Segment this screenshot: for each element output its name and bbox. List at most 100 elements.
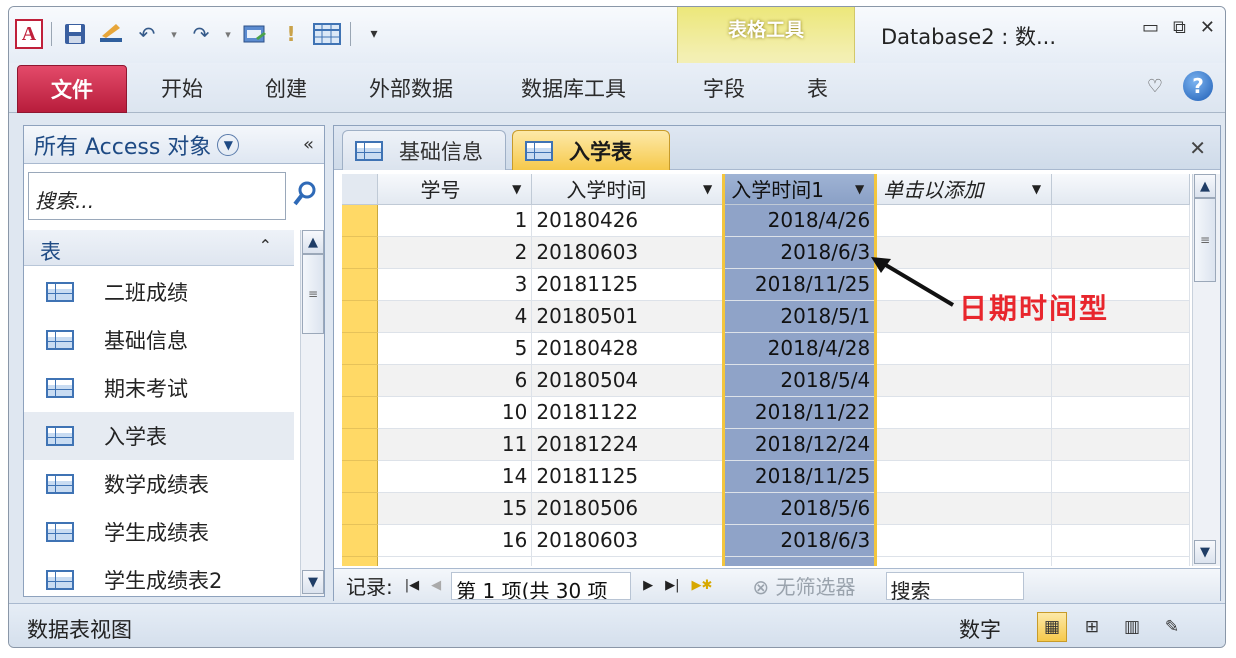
cell-student-id[interactable]: 11 xyxy=(377,428,533,461)
record-selector[interactable] xyxy=(342,364,379,397)
table-row[interactable]: 5 20180428 2018/4/28 xyxy=(342,332,1190,365)
cell-student-id[interactable]: 3 xyxy=(377,268,533,301)
scroll-up-icon[interactable]: ▲ xyxy=(302,230,324,254)
cell-empty[interactable] xyxy=(1051,556,1190,566)
cell-student-id[interactable]: 1 xyxy=(377,204,533,237)
table-row[interactable] xyxy=(342,556,1190,566)
scroll-track[interactable] xyxy=(301,334,324,570)
cell-empty[interactable] xyxy=(1051,204,1190,237)
nav-pane-header[interactable]: 所有 Access 对象 ▼ « xyxy=(24,126,324,164)
undo-icon[interactable]: ↶ xyxy=(132,19,162,49)
cell-empty[interactable] xyxy=(875,556,1053,566)
no-filter-indicator[interactable]: ⊗ 无筛选器 xyxy=(752,571,855,600)
chevron-down-icon[interactable]: ▼ xyxy=(855,182,864,196)
table-row[interactable]: 2 20180603 2018/6/3 xyxy=(342,236,1190,269)
cell-empty[interactable] xyxy=(377,556,533,566)
nav-item-基础信息[interactable]: 基础信息 xyxy=(24,316,294,364)
cell-enroll-date[interactable]: 2018/6/3 xyxy=(722,236,878,269)
table-row[interactable]: 1 20180426 2018/4/26 xyxy=(342,204,1190,237)
cell-empty[interactable] xyxy=(1051,396,1190,429)
cell-student-id[interactable]: 14 xyxy=(377,460,533,493)
customize-icon[interactable]: ▾ xyxy=(359,19,389,49)
record-selector[interactable] xyxy=(342,300,379,333)
cell-student-id[interactable]: 6 xyxy=(377,364,533,397)
access-logo-icon[interactable]: A xyxy=(15,19,43,49)
first-record-icon[interactable]: |◀ xyxy=(405,578,419,593)
column-header-入学时间1[interactable]: 入学时间1 ▼ xyxy=(722,174,878,205)
tab-table[interactable]: 表 xyxy=(807,73,828,103)
nav-item-期末考试[interactable]: 期末考试 xyxy=(24,364,294,412)
previous-record-icon[interactable]: ◀ xyxy=(431,578,441,593)
cell-enroll-date[interactable]: 2018/11/25 xyxy=(722,460,878,493)
table-icon[interactable] xyxy=(312,19,342,49)
table-row[interactable]: 16 20180603 2018/6/3 xyxy=(342,524,1190,557)
table-row[interactable]: 14 20181125 2018/11/25 xyxy=(342,460,1190,493)
tab-external-data[interactable]: 外部数据 xyxy=(369,73,453,103)
scroll-down-icon[interactable]: ▼ xyxy=(302,570,324,594)
record-selector[interactable] xyxy=(342,524,379,557)
cell-empty[interactable] xyxy=(1051,492,1190,525)
nav-search-input[interactable]: 搜索... xyxy=(28,172,286,220)
cell-empty[interactable] xyxy=(875,396,1053,429)
redo-dropdown-icon[interactable]: ▾ xyxy=(222,28,234,41)
nav-item-学生成绩表[interactable]: 学生成绩表 xyxy=(24,508,294,556)
cell-enroll-time[interactable]: 20180603 xyxy=(531,524,725,557)
doc-tab-入学表[interactable]: 入学表 xyxy=(512,130,670,170)
scroll-track[interactable] xyxy=(1193,282,1220,540)
cell-empty[interactable] xyxy=(1051,364,1190,397)
new-record-icon[interactable]: ▶✱ xyxy=(692,578,713,593)
cell-enroll-time[interactable]: 20181125 xyxy=(531,268,725,301)
tab-create[interactable]: 创建 xyxy=(265,73,307,103)
cell-empty[interactable] xyxy=(1051,428,1190,461)
close-document-icon[interactable]: ✕ xyxy=(1189,136,1206,160)
datasheet-view-icon[interactable]: ▦ xyxy=(1037,612,1067,642)
close-icon[interactable]: ✕ xyxy=(1200,17,1215,38)
click-to-add-column[interactable]: 单击以添加 ▼ xyxy=(875,174,1053,205)
tab-database-tools[interactable]: 数据库工具 xyxy=(521,73,626,103)
column-header-学号[interactable]: 学号 ▼ xyxy=(377,174,533,205)
record-selector[interactable] xyxy=(342,204,379,237)
help-icon[interactable]: ? xyxy=(1183,71,1213,101)
cell-student-id[interactable]: 15 xyxy=(377,492,533,525)
cell-student-id[interactable]: 5 xyxy=(377,332,533,365)
record-selector[interactable] xyxy=(342,396,379,429)
scroll-down-icon[interactable]: ▼ xyxy=(1194,540,1216,564)
chevron-down-icon[interactable]: ▼ xyxy=(1032,182,1041,196)
tab-home[interactable]: 开始 xyxy=(161,73,203,103)
cell-enroll-date[interactable]: 2018/6/3 xyxy=(722,524,878,557)
table-row[interactable]: 6 20180504 2018/5/4 xyxy=(342,364,1190,397)
cell-student-id[interactable]: 16 xyxy=(377,524,533,557)
cell-enroll-time[interactable]: 20181224 xyxy=(531,428,725,461)
cell-enroll-date[interactable]: 2018/11/25 xyxy=(722,268,878,301)
cell-empty[interactable] xyxy=(875,428,1053,461)
record-selector[interactable] xyxy=(342,332,379,365)
scroll-thumb[interactable]: ≡ xyxy=(302,254,324,334)
record-search-field[interactable]: 搜索 xyxy=(885,571,1024,603)
record-selector[interactable] xyxy=(342,460,379,493)
design-view-icon[interactable]: ✎ xyxy=(1157,612,1187,642)
cell-empty[interactable] xyxy=(875,204,1053,237)
collapse-group-icon[interactable]: ⌃ xyxy=(259,236,272,255)
record-selector[interactable] xyxy=(342,492,379,525)
nav-item-学生成绩表2[interactable]: 学生成绩表2 xyxy=(24,556,294,604)
select-all-corner[interactable] xyxy=(342,174,379,205)
cell-student-id[interactable]: 10 xyxy=(377,396,533,429)
cell-empty[interactable] xyxy=(875,364,1053,397)
datasheet-design-icon[interactable] xyxy=(240,19,270,49)
record-selector[interactable] xyxy=(342,236,379,269)
chevron-down-icon[interactable]: ▼ xyxy=(512,182,521,196)
tab-fields[interactable]: 字段 xyxy=(703,73,745,103)
next-record-icon[interactable]: ▶ xyxy=(643,578,653,593)
tab-file[interactable]: 文件 xyxy=(17,65,127,113)
cell-empty[interactable] xyxy=(875,332,1053,365)
column-header-入学时间[interactable]: 入学时间 ▼ xyxy=(531,174,725,205)
cell-enroll-date[interactable]: 2018/11/22 xyxy=(722,396,878,429)
cell-student-id[interactable]: 4 xyxy=(377,300,533,333)
cell-enroll-time[interactable]: 20180428 xyxy=(531,332,725,365)
nav-item-二班成绩[interactable]: 二班成绩 xyxy=(24,268,294,316)
grid-scrollbar[interactable]: ▲ ≡ ▼ xyxy=(1192,174,1220,566)
table-row[interactable]: 15 20180506 2018/5/6 xyxy=(342,492,1190,525)
cell-enroll-date[interactable]: 2018/4/28 xyxy=(722,332,878,365)
chevron-down-icon[interactable]: ▼ xyxy=(217,133,240,156)
redo-icon[interactable]: ↷ xyxy=(186,19,216,49)
